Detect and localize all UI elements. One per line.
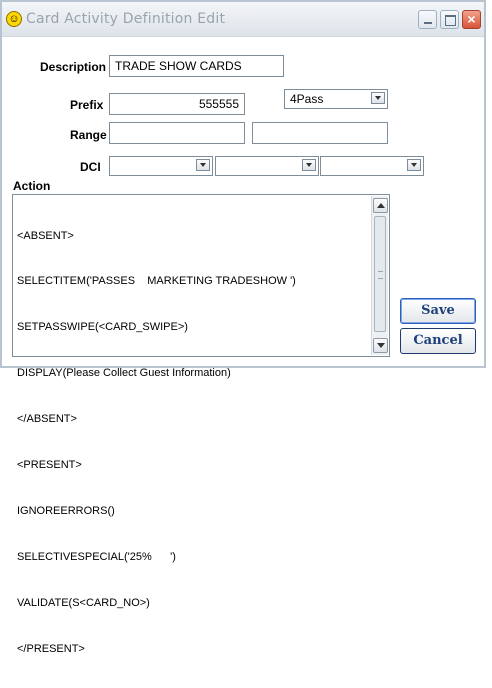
- grip-icon: [378, 271, 383, 279]
- chevron-down-icon[interactable]: [371, 92, 385, 104]
- action-label: Action: [13, 179, 51, 193]
- scroll-down-icon[interactable]: [373, 338, 388, 353]
- action-line: DISPLAY(Please Collect Guest Information…: [17, 367, 231, 380]
- action-line: <PRESENT>: [17, 459, 82, 472]
- action-scrollbar[interactable]: [371, 196, 388, 355]
- action-script: <ABSENT> SELECTITEM('PASSES MARKETING TR…: [17, 198, 296, 688]
- close-button[interactable]: ×: [462, 10, 481, 29]
- prefix-type-select[interactable]: 4Pass: [284, 89, 388, 109]
- smiley-icon: ☺: [6, 11, 22, 27]
- action-line: SETPASSWIPE(<CARD_SWIPE>): [17, 321, 188, 334]
- action-line: SELECTIVESPECIAL('25% '): [17, 550, 176, 563]
- action-line: </ABSENT>: [17, 413, 77, 426]
- description-label: Description: [40, 60, 107, 74]
- scroll-up-icon[interactable]: [373, 198, 388, 213]
- dci-select-1[interactable]: [109, 156, 213, 176]
- dci-select-3[interactable]: [320, 156, 424, 176]
- action-line: IGNOREERRORS(): [17, 504, 115, 517]
- maximize-button[interactable]: [440, 10, 459, 29]
- dci-label: DCI: [80, 160, 101, 174]
- dialog-window: ☺ Card Activity Definition Edit × Descri…: [0, 0, 486, 655]
- prefix-field[interactable]: 555555: [109, 93, 245, 115]
- dci-select-2[interactable]: [215, 156, 319, 176]
- window-title: Card Activity Definition Edit: [26, 11, 226, 27]
- prefix-label: Prefix: [70, 98, 104, 112]
- chevron-down-icon[interactable]: [302, 159, 316, 171]
- save-button[interactable]: Save: [400, 298, 476, 324]
- action-line: <ABSENT>: [17, 229, 74, 242]
- scroll-thumb[interactable]: [374, 216, 386, 332]
- minimize-button[interactable]: [418, 10, 437, 29]
- range-start-field[interactable]: [109, 122, 245, 144]
- range-label: Range: [70, 128, 107, 142]
- prefix-type-value: 4Pass: [290, 92, 324, 106]
- cancel-button[interactable]: Cancel: [400, 328, 476, 354]
- action-line: </PRESENT>: [17, 642, 85, 655]
- action-line: SELECTITEM('PASSES MARKETING TRADESHOW '…: [17, 275, 296, 288]
- action-line: VALIDATE(S<CARD_NO>): [17, 596, 150, 609]
- action-textarea[interactable]: <ABSENT> SELECTITEM('PASSES MARKETING TR…: [12, 194, 390, 655]
- chevron-down-icon[interactable]: [196, 159, 210, 171]
- range-end-field[interactable]: [252, 122, 388, 144]
- title-bar[interactable]: ☺ Card Activity Definition Edit ×: [2, 2, 484, 37]
- description-field[interactable]: TRADE SHOW CARDS: [109, 55, 284, 77]
- chevron-down-icon[interactable]: [407, 159, 421, 171]
